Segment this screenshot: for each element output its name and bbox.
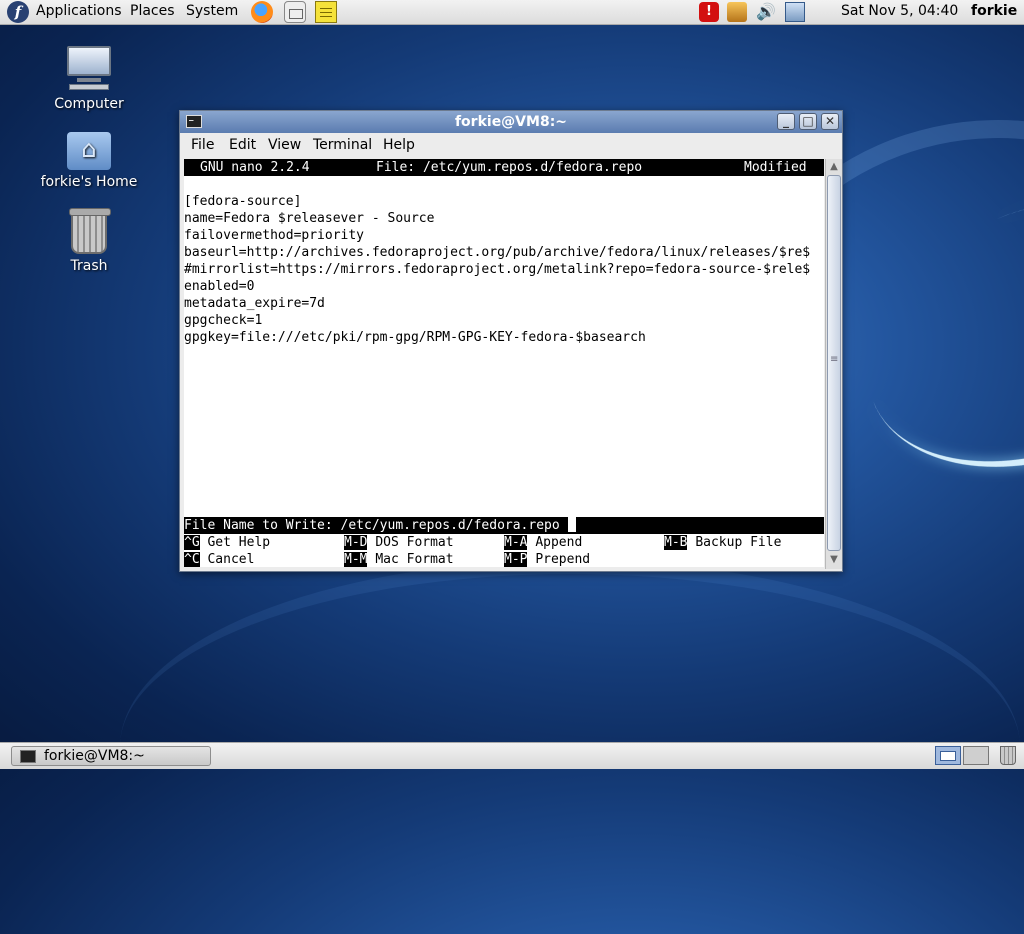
shortcut-key: M-P [504,552,528,567]
menu-terminal[interactable]: Terminal [313,137,372,153]
computer-icon [65,46,113,92]
home-folder-icon [67,132,111,170]
editor-line: failovermethod=priority [184,228,365,243]
shortcut-key: ^C [184,552,200,567]
terminal-content[interactable]: GNU nano 2.2.4 File: /etc/yum.repos.d/fe… [184,159,824,567]
shortcut-prepend: M-P Prepend [504,551,590,568]
clock[interactable]: Sat Nov 5, 04:40 [841,3,958,19]
scrollbar-thumb[interactable] [827,175,841,551]
shortcut-key: M-M [344,552,368,567]
desktop-icon-home[interactable]: forkie's Home [29,132,149,190]
terminal-window: forkie@VM8:~ _ □ ✕ File Edit View Termin… [179,110,843,572]
shortcut-label: Mac Format [375,552,454,567]
menu-edit[interactable]: Edit [229,137,256,153]
editor-line: baseurl=http://archives.fedoraproject.or… [184,245,811,260]
minimize-button[interactable]: _ [777,113,795,130]
menu-help[interactable]: Help [383,137,415,153]
editor-line: enabled=0 [184,279,255,294]
taskbar-label: forkie@VM8:~ [44,748,145,764]
shortcut-key: M-B [664,535,688,550]
text-cursor [567,517,576,532]
network-icon[interactable] [785,2,805,22]
window-titlebar[interactable]: forkie@VM8:~ _ □ ✕ [180,111,842,133]
shortcut-label: Cancel [207,552,255,567]
update-icon[interactable] [727,2,747,22]
nano-filename: File: /etc/yum.repos.d/fedora.repo [376,160,643,175]
editor-line: gpgcheck=1 [184,313,263,328]
editor-line: name=Fedora $releasever - Source [184,211,435,226]
shortcut-key: M-D [344,535,368,550]
menu-places[interactable]: Places [130,3,175,19]
save-filename-prompt[interactable]: File Name to Write: /etc/yum.repos.d/fed… [184,517,824,534]
user-menu[interactable]: forkie [971,3,1017,19]
shortcut-label: Backup File [695,535,782,550]
shortcut-key: ^G [184,535,200,550]
editor-line: gpgkey=file:///etc/pki/rpm-gpg/RPM-GPG-K… [184,330,646,345]
shortcut-backup-file: M-B Backup File [664,534,781,551]
scroll-up-icon[interactable]: ▲ [827,160,841,174]
scroll-down-icon[interactable]: ▼ [827,553,841,567]
menu-view[interactable]: View [268,137,301,153]
editor-line: [fedora-source] [184,194,302,209]
menu-file[interactable]: File [191,137,214,153]
alert-icon[interactable]: ! [699,2,719,22]
mail-icon[interactable] [284,1,306,23]
desktop-icon-trash[interactable]: Trash [29,208,149,274]
maximize-button[interactable]: □ [799,113,817,130]
shortcut-cancel: ^C Cancel [184,551,254,568]
shortcut-get-help: ^G Get Help [184,534,270,551]
window-title: forkie@VM8:~ [454,114,568,130]
trash-icon [69,208,111,254]
desktop-icon-computer[interactable]: Computer [29,46,149,112]
terminal-icon [20,750,36,763]
terminal-scrollbar[interactable]: ▲ ▼ [825,159,842,569]
close-button[interactable]: ✕ [821,113,839,130]
shortcut-append: M-A Append [504,534,582,551]
nano-status: Modified [744,160,807,175]
shortcut-dos-format: M-D DOS Format [344,534,454,551]
trash-applet-icon[interactable] [1000,746,1016,765]
shortcut-mac-format: M-M Mac Format [344,551,454,568]
shortcut-key: M-A [504,535,528,550]
notes-icon[interactable] [315,1,337,23]
window-menubar: File Edit View Terminal Help [180,134,842,158]
workspace-2[interactable] [963,746,989,765]
shortcut-label: Append [535,535,583,550]
workspace-1[interactable] [935,746,961,765]
editor-line: #mirrorlist=https://mirrors.fedoraprojec… [184,262,811,277]
editor-line: metadata_expire=7d [184,296,325,311]
shortcut-label: Prepend [535,552,591,567]
menu-system[interactable]: System [186,3,238,19]
taskbar-terminal-button[interactable]: forkie@VM8:~ [11,746,211,766]
top-panel: f Applications Places System ! 🔊 Sat Nov… [0,0,1024,25]
shortcut-label: Get Help [207,535,271,550]
shortcut-label: DOS Format [375,535,454,550]
desktop-icon-label: forkie's Home [40,174,138,190]
prompt-text: File Name to Write: /etc/yum.repos.d/fed… [184,518,560,533]
firefox-icon[interactable] [251,1,273,23]
volume-icon[interactable]: 🔊 [756,2,776,22]
desktop-icon-label: Trash [70,258,108,274]
bottom-panel: forkie@VM8:~ [0,742,1024,769]
nano-header: GNU nano 2.2.4 File: /etc/yum.repos.d/fe… [184,159,824,176]
desktop-icon-label: Computer [54,96,124,112]
nano-version: GNU nano 2.2.4 [200,160,310,175]
menu-applications[interactable]: Applications [36,3,122,19]
fedora-logo-icon[interactable]: f [7,1,29,23]
